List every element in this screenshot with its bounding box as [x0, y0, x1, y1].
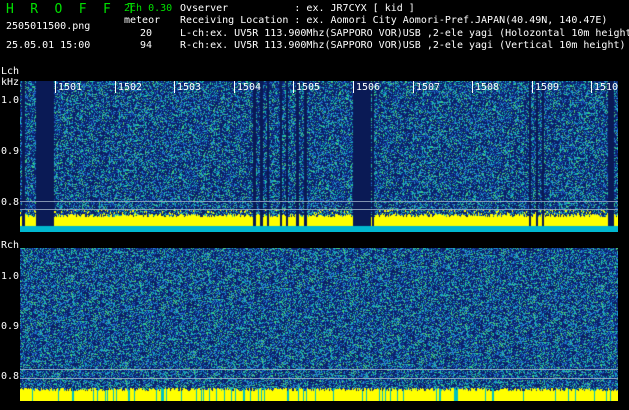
rch-channel-label: Rch — [1, 240, 20, 251]
rch-ytick-0-9: 0.9 — [1, 321, 20, 332]
lch-ytick-0-9: 0.9 — [1, 146, 20, 157]
rch-ytick-0-8: 0.8 — [1, 371, 20, 382]
app-title: H R O F F T — [6, 2, 140, 17]
hour-tick-1508 — [472, 81, 473, 93]
rch-gridline-lower — [20, 378, 618, 379]
lch-unit-label: kHz — [1, 77, 20, 88]
hour-tick-1501 — [55, 81, 56, 93]
observer-line: Ovserver : ex. JR7CYX [ kid ] — [180, 3, 415, 14]
lch-info-line: L-ch:ex. UV5R 113.900Mhz(SAPPORO VOR)USB… — [180, 28, 629, 39]
lch-gridline-lower — [20, 209, 618, 210]
lch-gridline-upper — [20, 201, 618, 202]
hour-tick-1506 — [353, 81, 354, 93]
hour-label-1503: 1503 — [177, 82, 202, 93]
hour-tick-1509 — [532, 81, 533, 93]
hour-label-1507: 1507 — [416, 82, 441, 93]
hour-label-1505: 1505 — [296, 82, 321, 93]
lch-ytick-0-8: 0.8 — [1, 197, 20, 208]
hour-label-1501: 1501 — [58, 82, 83, 93]
location-line: Receiving Location : ex. Aomori City Aom… — [180, 15, 608, 26]
hour-tick-1510 — [591, 81, 592, 93]
hour-label-1510: 1510 — [594, 82, 618, 93]
meteor-count-rch: 94 — [140, 40, 153, 51]
hour-label-1502: 1502 — [118, 82, 143, 93]
mode-label: 2ch 0.30 — [124, 3, 173, 14]
rch-gridline-upper — [20, 369, 618, 370]
hour-tick-1505 — [293, 81, 294, 93]
timestamp: 25.05.01 15:00 — [6, 40, 91, 51]
rch-ytick-1-0: 1.0 — [1, 271, 20, 282]
meteor-label: meteor — [124, 15, 161, 26]
hour-label-1506: 1506 — [356, 82, 381, 93]
hour-tick-1507 — [413, 81, 414, 93]
hour-label-1508: 1508 — [475, 82, 500, 93]
lch-channel-label: Lch — [1, 66, 20, 77]
lch-ytick-1-0: 1.0 — [1, 95, 20, 106]
meteor-count-lch: 20 — [140, 28, 153, 39]
hour-label-1504: 1504 — [237, 82, 262, 93]
hour-tick-1504 — [234, 81, 235, 93]
hour-tick-1502 — [115, 81, 116, 93]
hour-tick-1503 — [174, 81, 175, 93]
lch-spectrogram: 1501 1502 1503 1504 1505 1506 1507 1508 … — [20, 81, 618, 232]
image-filename: 2505011500.png — [6, 21, 91, 32]
hour-label-1509: 1509 — [535, 82, 560, 93]
rch-spectrogram — [20, 248, 618, 401]
rch-info-line: R-ch:ex. UV5R 113.900Mhz(SAPPORO VOR)USB… — [180, 40, 626, 51]
